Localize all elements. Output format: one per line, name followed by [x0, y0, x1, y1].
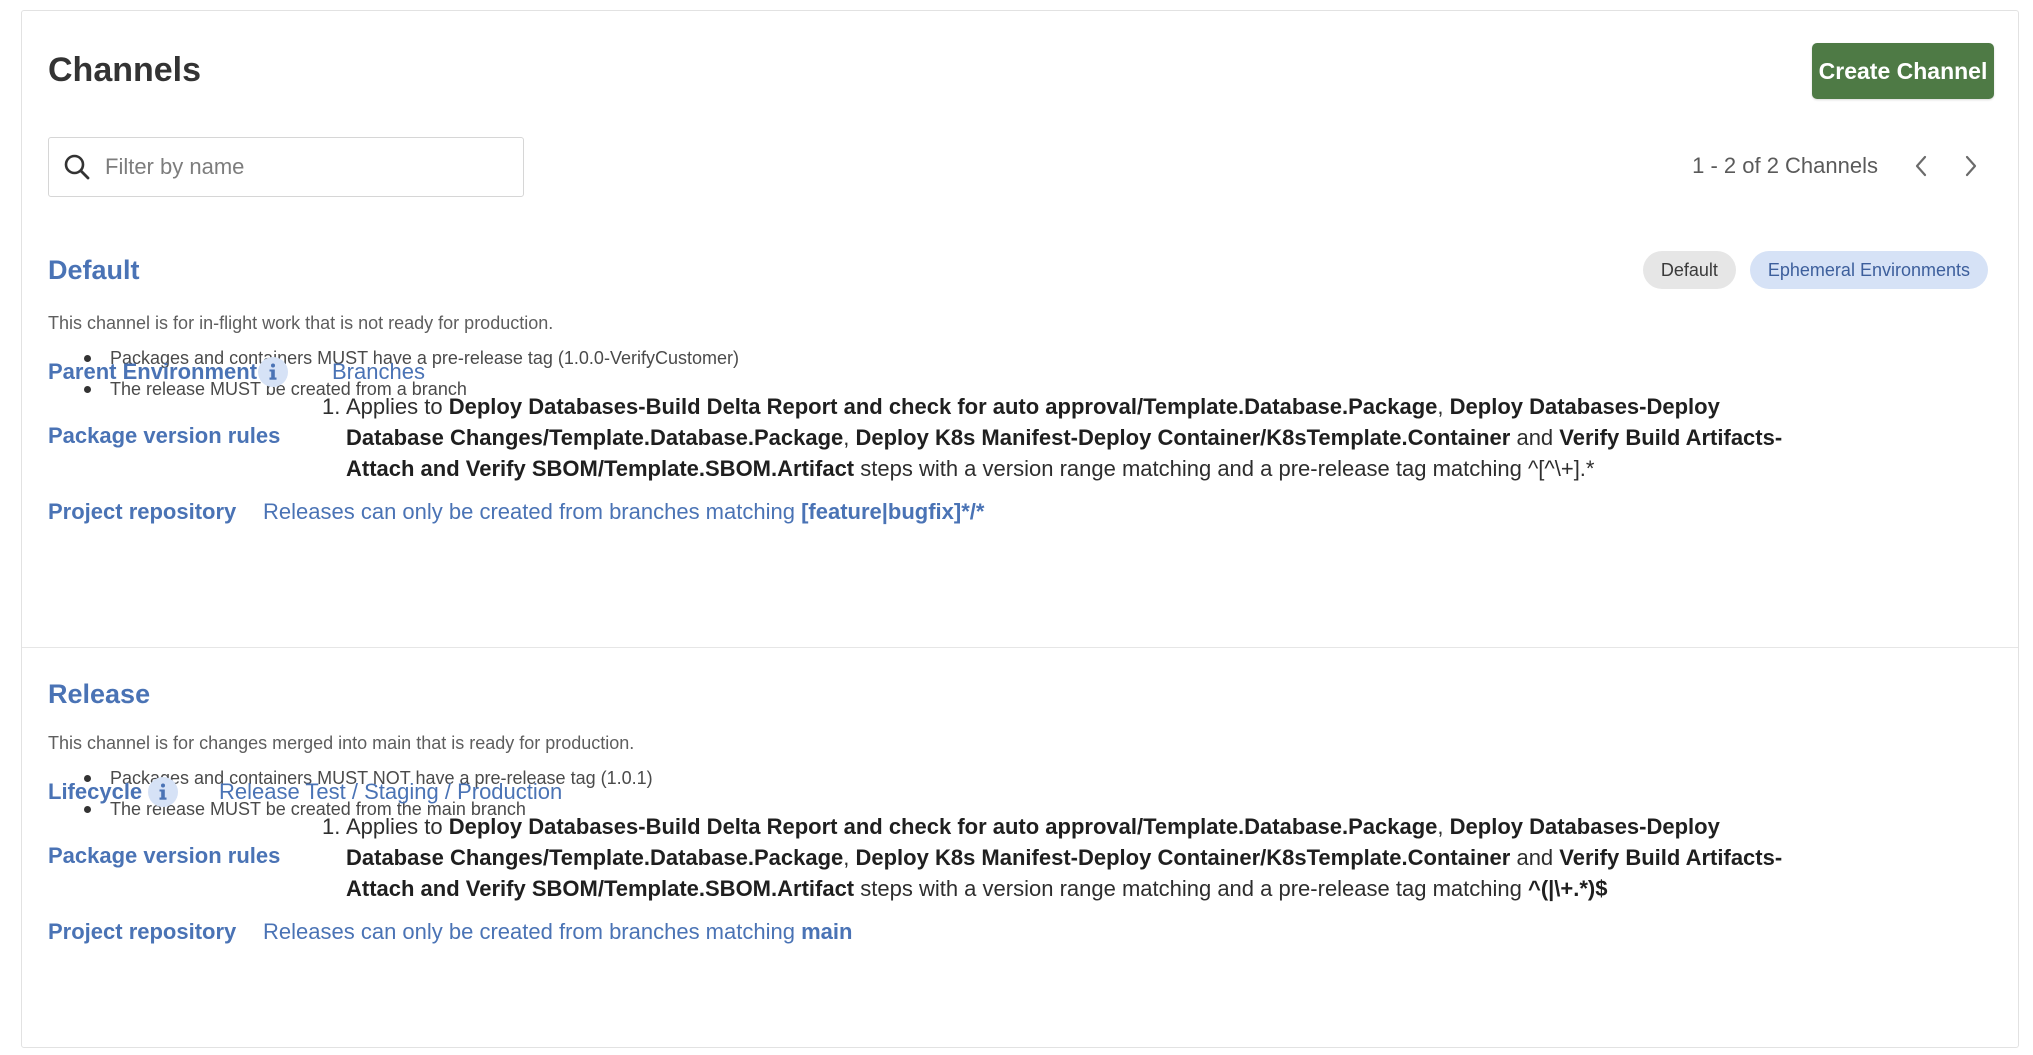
- rule-prefix: Applies to: [346, 394, 449, 419]
- tag-ephemeral-environments: Ephemeral Environments: [1749, 251, 1988, 289]
- channel-name-link[interactable]: Default: [48, 255, 140, 286]
- channel-tags: Default Ephemeral Environments: [1642, 251, 1988, 289]
- channel-default: Default Default Ephemeral Environments T…: [22, 237, 2018, 648]
- package-version-rule: 1. Applies to Deploy Databases-Build Del…: [322, 811, 1822, 904]
- channel-name-link[interactable]: Release: [48, 679, 150, 710]
- chevron-left-icon: [1915, 155, 1927, 177]
- next-page-button[interactable]: [1956, 151, 1986, 181]
- rule-step: Deploy Databases-Build Delta Report and …: [448, 814, 1438, 839]
- page-title: Channels: [48, 51, 202, 89]
- project-repository-label: Project repository: [48, 919, 237, 944]
- rule-number: 1.: [322, 814, 341, 839]
- pagination: 1 - 2 of 2 Channels: [1692, 151, 1986, 181]
- channel-description: This channel is for in-flight work that …: [48, 313, 554, 333]
- parent-environment-value[interactable]: Branches: [332, 359, 425, 385]
- repository-text: Releases can only be created from branch…: [263, 919, 802, 944]
- info-glyph: [269, 363, 277, 380]
- info-glyph: [159, 783, 167, 800]
- pagination-text: 1 - 2 of 2 Channels: [1692, 153, 1878, 178]
- rule-number: 1.: [322, 394, 341, 419]
- search-input[interactable]: [103, 153, 507, 181]
- chevron-right-icon: [1965, 155, 1977, 177]
- rule-separator: ,: [843, 845, 856, 870]
- package-version-rules-label: Package version rules: [48, 423, 281, 448]
- rule-separator: ,: [1437, 394, 1450, 419]
- search-icon: [64, 154, 90, 180]
- rule-pattern: ^(|\+.*)$: [1527, 876, 1608, 901]
- rule-suffix: steps with a version range matching and …: [854, 876, 1528, 901]
- package-version-rule: 1. Applies to Deploy Databases-Build Del…: [322, 391, 1822, 484]
- rule-separator: and: [1510, 425, 1560, 450]
- rule-step: Deploy K8s Manifest-Deploy Container/K8s…: [855, 425, 1511, 450]
- create-channel-button[interactable]: Create Channel: [1812, 43, 1994, 99]
- rule-step: Deploy Databases-Build Delta Report and …: [448, 394, 1438, 419]
- channels-card: Channels Create Channel 1 - 2 of 2 Chann…: [21, 10, 2019, 1048]
- rule-pattern: ^[^\+].*: [1527, 456, 1595, 481]
- project-repository-value[interactable]: Releases can only be created from branch…: [263, 919, 852, 945]
- previous-page-button[interactable]: [1906, 151, 1936, 181]
- channel-release: Release This channel is for changes merg…: [22, 657, 2018, 1049]
- rule-separator: ,: [843, 425, 856, 450]
- rule-separator: ,: [1437, 814, 1450, 839]
- lifecycle-value[interactable]: Release Test / Staging / Production: [219, 779, 562, 805]
- channel-description: This channel is for changes merged into …: [48, 733, 635, 753]
- info-icon[interactable]: [148, 777, 178, 807]
- parent-environment-label: Parent Environment: [48, 359, 258, 384]
- repository-text: Releases can only be created from branch…: [263, 499, 802, 524]
- lifecycle-label: Lifecycle: [48, 779, 143, 804]
- tag-default: Default: [1642, 251, 1736, 289]
- rule-suffix: steps with a version range matching and …: [854, 456, 1528, 481]
- repository-pattern: [feature|bugfix]*/*: [801, 499, 985, 524]
- info-icon[interactable]: [258, 357, 288, 387]
- project-repository-value[interactable]: Releases can only be created from branch…: [263, 499, 984, 525]
- rule-separator: and: [1510, 845, 1560, 870]
- package-version-rules-label: Package version rules: [48, 843, 281, 868]
- repository-pattern: main: [801, 919, 853, 944]
- rule-step: Deploy K8s Manifest-Deploy Container/K8s…: [855, 845, 1511, 870]
- search-box[interactable]: [48, 137, 524, 197]
- project-repository-label: Project repository: [48, 499, 237, 524]
- rule-prefix: Applies to: [346, 814, 449, 839]
